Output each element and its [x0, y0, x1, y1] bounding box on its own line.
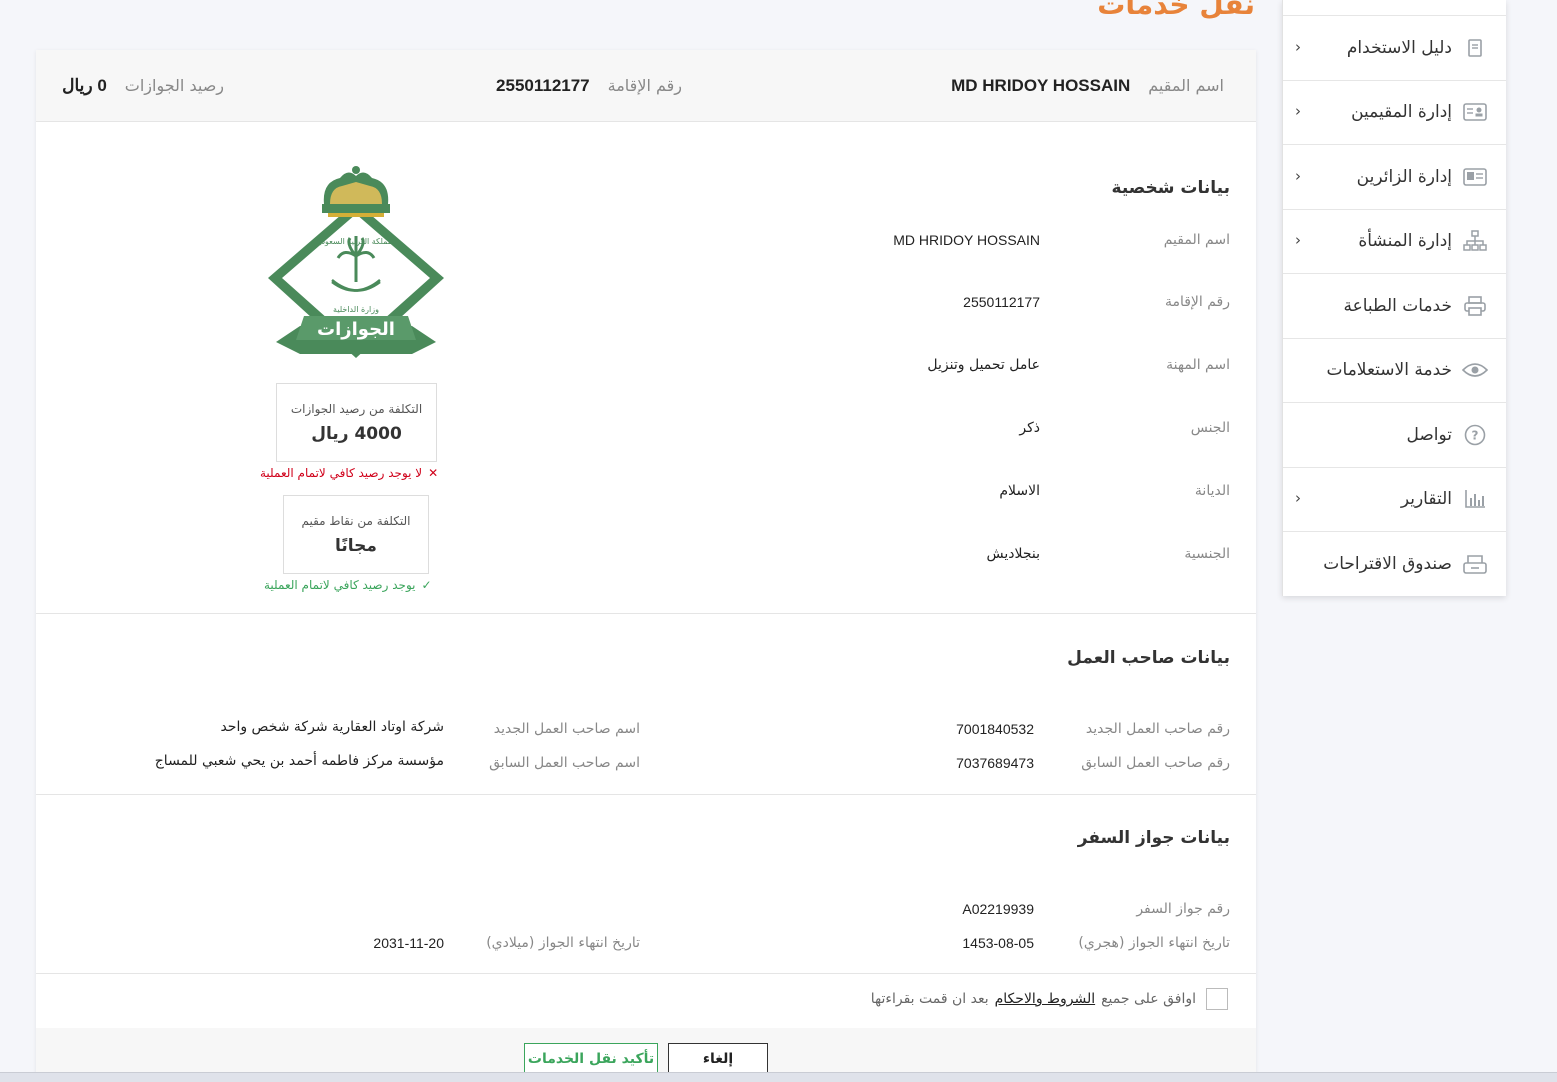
chevron-left-icon: ‹	[1295, 489, 1301, 508]
sidebar-item-inquiries[interactable]: خدمة الاستعلامات	[1283, 339, 1506, 403]
field-label: اسم صاحب العمل الجديد	[493, 721, 640, 737]
svg-text:?: ?	[1472, 428, 1479, 442]
id-card-icon	[1462, 101, 1488, 123]
sidebar-item-user-guide[interactable]: دليل الاستخدام ‹	[1283, 16, 1506, 81]
field-label: الجنس	[1190, 420, 1230, 436]
window-bottom-edge	[0, 1072, 1557, 1082]
field-label: رقم الإقامة	[1164, 294, 1230, 310]
field-value: عامل تحميل وتنزيل	[927, 357, 1040, 373]
sidebar-item-label: التقارير	[1400, 489, 1452, 510]
sidebar-item-reports[interactable]: التقارير ‹	[1283, 468, 1506, 532]
field-value: 7001840532	[956, 721, 1034, 737]
field-label: اسم صاحب العمل السابق	[489, 755, 640, 771]
bar-chart-icon	[1462, 488, 1488, 510]
terms-link[interactable]: الشروط والاحكام	[995, 991, 1095, 1007]
employer-section-title: بيانات صاحب العمل	[1067, 648, 1230, 668]
sidebar-item-label: إدارة الزائرين	[1356, 166, 1452, 187]
field-label: تاريخ انتهاء الجواز (ميلادي)	[486, 935, 640, 951]
terms-agreement-row: اوافق على جميع الشروط والاحكام بعد ان قم…	[871, 988, 1228, 1010]
agree-prefix-text: اوافق على جميع	[1101, 991, 1196, 1007]
cost-points-box: التكلفة من نقاط مقيم مجانًا	[283, 495, 429, 574]
field-label: الجنسية	[1184, 546, 1230, 562]
field-value: A02219939	[962, 901, 1034, 917]
cost-passports-label: التكلفة من رصيد الجوازات	[290, 402, 423, 416]
passport-section-title: بيانات جواز السفر	[1077, 828, 1230, 848]
field-value: بنجلاديش	[986, 546, 1041, 562]
book-icon	[1462, 37, 1488, 59]
chevron-left-icon: ‹	[1295, 231, 1301, 250]
sidebar-item-label: صندوق الاقتراحات	[1323, 554, 1452, 575]
sidebar-item-label: إدارة المقيمين	[1351, 102, 1452, 123]
field-label: اسم المقيم	[1163, 232, 1230, 248]
field-label: رقم جواز السفر	[1136, 901, 1230, 917]
cost-points-label: التكلفة من نقاط مقيم	[301, 514, 411, 528]
sidebar-item-suggestions[interactable]: صندوق الاقتراحات	[1283, 532, 1506, 597]
sidebar-top-item[interactable]	[1283, 0, 1506, 16]
field-label: الديانة	[1194, 483, 1230, 499]
field-value: 1453-08-05	[962, 935, 1034, 951]
field-label: اسم المهنة	[1166, 357, 1230, 373]
cost-passports-box: التكلفة من رصيد الجوازات 4000 ريال	[276, 383, 437, 462]
summary-balance: رصيد الجوازات0 ريال	[62, 76, 224, 95]
sidebar-item-label: تواصل	[1406, 424, 1452, 445]
sidebar-item-visitors[interactable]: إدارة الزائرين ‹	[1283, 145, 1506, 210]
field-label: رقم صاحب العمل السابق	[1081, 755, 1230, 771]
section-divider	[36, 794, 1256, 795]
agree-suffix-text: بعد ان قمت بقراءتها	[870, 991, 989, 1007]
sidebar-item-label: دليل الاستخدام	[1346, 37, 1452, 58]
summary-resident-name: اسم المقيمMD HRIDOY HOSSAIN	[951, 76, 1224, 95]
inbox-icon	[1462, 553, 1488, 575]
field-label: تاريخ انتهاء الجواز (هجري)	[1078, 935, 1230, 951]
check-icon: ✓	[421, 578, 432, 592]
printer-icon	[1462, 295, 1488, 317]
sidebar-item-label: خدمات الطباعة	[1343, 295, 1452, 316]
cancel-button[interactable]: إلغاء	[668, 1043, 768, 1075]
field-value: 7037689473	[956, 755, 1034, 771]
help-circle-icon: ?	[1462, 424, 1488, 446]
summary-iqama: رقم الإقامة2550112177	[496, 76, 682, 95]
jawazat-logo: المملكة العربية السعودية وزارة الداخلية …	[268, 166, 444, 358]
chevron-left-icon: ‹	[1295, 166, 1301, 185]
resident-summary-bar: اسم المقيمMD HRIDOY HOSSAIN رقم الإقامة2…	[36, 50, 1256, 122]
field-value: مؤسسة مركز فاطمه أحمد بن يحي شعبي للمساج	[154, 753, 444, 769]
field-value: الاسلام	[999, 483, 1040, 499]
sidebar-item-establishment[interactable]: إدارة المنشأة ‹	[1283, 210, 1506, 274]
confirm-transfer-button[interactable]: تأكيد نقل الخدمات	[524, 1043, 658, 1075]
field-value: MD HRIDOY HOSSAIN	[893, 232, 1040, 248]
section-divider	[36, 613, 1256, 614]
chevron-left-icon: ‹	[1295, 102, 1301, 121]
org-chart-icon	[1462, 230, 1488, 252]
sidebar-item-printing[interactable]: خدمات الطباعة	[1283, 274, 1506, 339]
sidebar-item-label: خدمة الاستعلامات	[1326, 360, 1452, 381]
page-title: نقل خدمات	[1097, 0, 1255, 21]
field-value: 2550112177	[963, 294, 1040, 310]
visitor-card-icon	[1462, 166, 1488, 188]
sidebar-menu: دليل الاستخدام ‹ إدارة المقيمين ‹ إدارة …	[1282, 0, 1506, 596]
cost-points-value: مجانًا	[335, 536, 377, 556]
sidebar-item-contact[interactable]: ? تواصل	[1283, 403, 1506, 468]
insufficient-balance-message: ✕لا يوجد رصيد كافي لاتمام العملية	[260, 466, 439, 480]
section-divider	[36, 973, 1256, 974]
personal-section-title: بيانات شخصية	[1111, 178, 1230, 198]
field-value: 2031-11-20	[373, 935, 444, 951]
error-x-icon: ✕	[428, 466, 439, 480]
cost-passports-value: 4000 ريال	[311, 424, 402, 444]
field-label: رقم صاحب العمل الجديد	[1085, 721, 1230, 737]
field-value: شركة اوتاد العقارية شركة شخص واحد	[220, 719, 444, 735]
logo-top-text: المملكة العربية السعودية	[315, 237, 397, 246]
logo-banner-text: الجوازات	[317, 319, 395, 340]
transfer-card: اسم المقيمMD HRIDOY HOSSAIN رقم الإقامة2…	[36, 50, 1256, 1082]
eye-icon	[1462, 359, 1488, 381]
logo-bottom-text: وزارة الداخلية	[333, 305, 379, 314]
sufficient-balance-message: ✓يوجد رصيد كافي لاتمام العملية	[264, 578, 432, 592]
field-value: ذكر	[1019, 420, 1040, 436]
terms-checkbox[interactable]	[1206, 988, 1228, 1010]
sidebar-item-label: إدارة المنشأة	[1358, 231, 1452, 252]
sidebar-item-residents[interactable]: إدارة المقيمين ‹	[1283, 81, 1506, 145]
chevron-left-icon: ‹	[1295, 37, 1301, 56]
